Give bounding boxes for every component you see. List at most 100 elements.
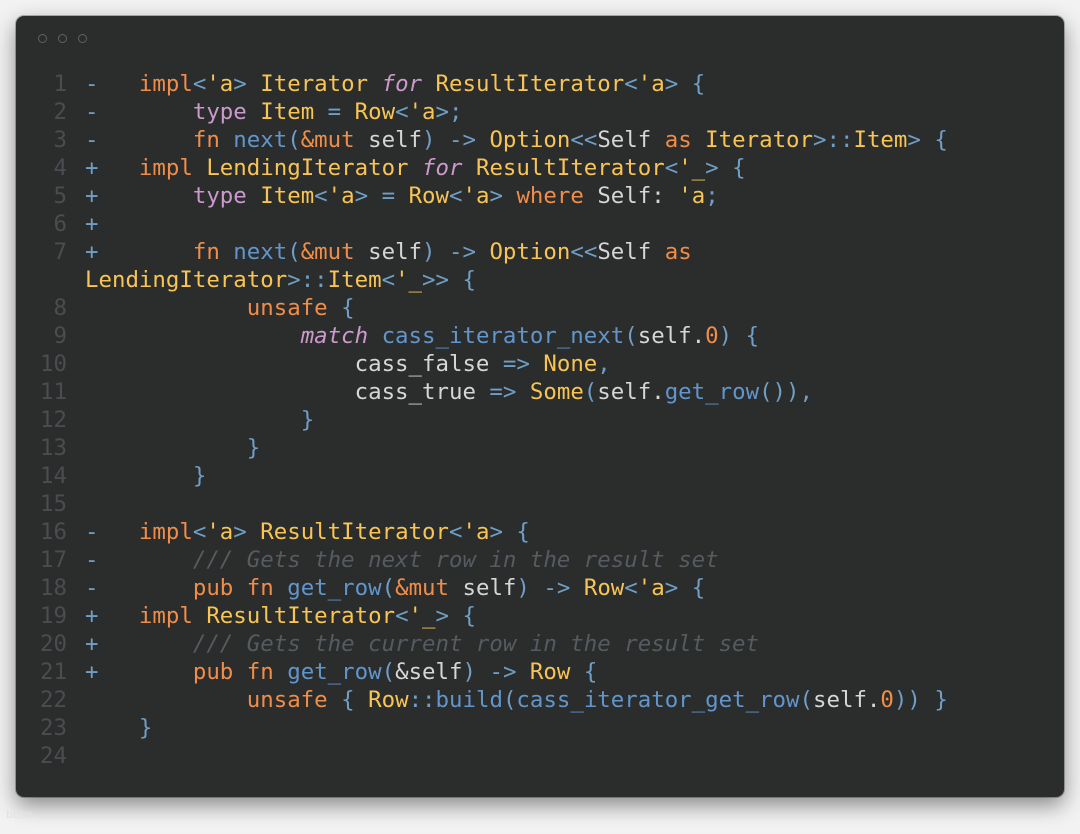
code-token: } [246, 435, 261, 461]
code-token: ( [799, 687, 813, 713]
code-token: 'a [408, 99, 436, 125]
line-number: 3 [53, 127, 67, 153]
code-token: , [597, 351, 611, 377]
code-token: cass_false [354, 351, 490, 377]
code-token: ()), [759, 379, 813, 405]
code-token: self. [813, 687, 881, 713]
code-token: Row [408, 183, 450, 209]
line-number: 17 [40, 547, 67, 573]
code-token: } [300, 407, 315, 433]
code-token: unsafe [246, 295, 328, 321]
line-number: 10 [40, 351, 67, 377]
code-text: impl<'a> Iterator for ResultIterator<'a>… [85, 70, 1045, 98]
code-token: '_ [678, 155, 706, 181]
code-text: unsafe { [85, 294, 1045, 322]
code-token: ( [583, 379, 598, 405]
code-token: /// Gets the next row in the result set [192, 547, 719, 573]
code-token: < [449, 183, 463, 209]
code-token: &mut [300, 239, 355, 265]
code-token: >:: [287, 267, 328, 293]
code-text: /// Gets the next row in the result set [85, 546, 1045, 574]
code-token: => [502, 351, 530, 377]
line-number: 20 [40, 631, 67, 657]
code-token: => [489, 379, 517, 405]
code-token: 'a [327, 183, 355, 209]
code-token: self [354, 127, 423, 153]
code-token: self. [597, 379, 665, 405]
code-text: match cass_iterator_next(self.0) { [85, 322, 1045, 350]
code-token: { [462, 267, 476, 293]
code-token: > [233, 519, 247, 545]
code-line: 2- type Item = Row<'a>; [16, 98, 1064, 126]
code-token: < [192, 71, 207, 97]
code-token: 0 [705, 323, 719, 349]
diff-marker: + [85, 211, 99, 237]
code-token: pub [192, 575, 234, 601]
code-token: build [435, 687, 503, 713]
code-token: &self [395, 659, 463, 685]
code-token: { [745, 323, 760, 349]
code-token: Item [327, 267, 382, 293]
code-token: impl [138, 71, 193, 97]
code-token: ) [422, 127, 436, 153]
window-dot-icon[interactable] [58, 34, 67, 43]
code-line: 24 [16, 742, 1064, 770]
code-token: pub [192, 659, 234, 685]
code-text: type Item = Row<'a>; [85, 98, 1045, 126]
code-line: 3- fn next(&mut self) -> Option<<Self as… [16, 126, 1064, 154]
window-dot-icon[interactable] [38, 34, 47, 43]
window-titlebar [16, 16, 1064, 62]
line-number: 1 [53, 71, 67, 97]
code-token: get_row [664, 379, 760, 405]
window-dot-icon[interactable] [78, 34, 87, 43]
code-token: next [233, 127, 288, 153]
code-token: Self: [583, 183, 679, 209]
line-number: 7 [53, 239, 67, 265]
code-token: << [570, 127, 598, 153]
code-token: < [624, 71, 638, 97]
code-text: pub fn get_row(&self) -> Row { [85, 658, 1045, 686]
line-number: 14 [40, 463, 67, 489]
code-token: < [664, 155, 679, 181]
code-text: impl LendingIterator for ResultIterator<… [85, 154, 1045, 182]
code-token: as [664, 127, 692, 153]
line-number: 18 [40, 575, 67, 601]
code-token: ( [502, 687, 517, 713]
code-token: < [624, 575, 638, 601]
code-token: 'a [462, 519, 490, 545]
code-token: ( [624, 323, 638, 349]
code-token: > [907, 127, 921, 153]
code-token: >; [435, 99, 463, 125]
code-token: ) [516, 575, 530, 601]
code-token: LendingIterator [85, 267, 288, 293]
code-block: 1- impl<'a> Iterator for ResultIterator<… [16, 70, 1064, 770]
code-token: { [583, 659, 598, 685]
code-text: cass_true => Some(self.get_row()), [85, 378, 1045, 406]
code-token: Item [260, 183, 315, 209]
code-token: > [489, 183, 503, 209]
code-token: < [449, 519, 463, 545]
code-token: > [354, 183, 369, 209]
code-token: fn [192, 127, 220, 153]
code-window: 1- impl<'a> Iterator for ResultIterator<… [16, 16, 1064, 797]
